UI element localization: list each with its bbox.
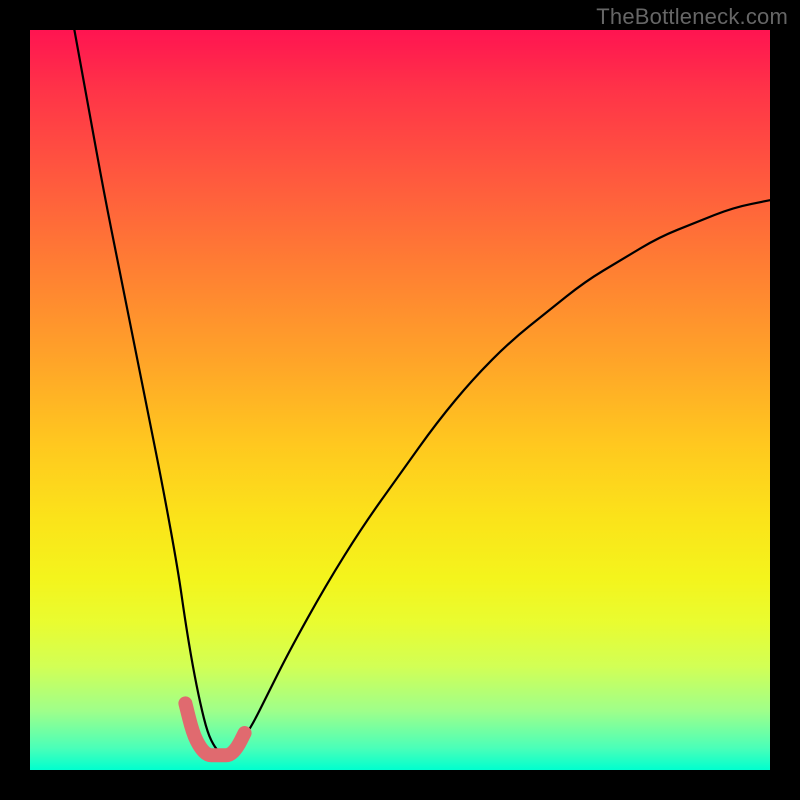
curve-layer <box>30 30 770 770</box>
watermark-text: TheBottleneck.com <box>596 4 788 30</box>
plot-area <box>30 30 770 770</box>
bottleneck-curve <box>74 30 770 755</box>
chart-frame: TheBottleneck.com <box>0 0 800 800</box>
